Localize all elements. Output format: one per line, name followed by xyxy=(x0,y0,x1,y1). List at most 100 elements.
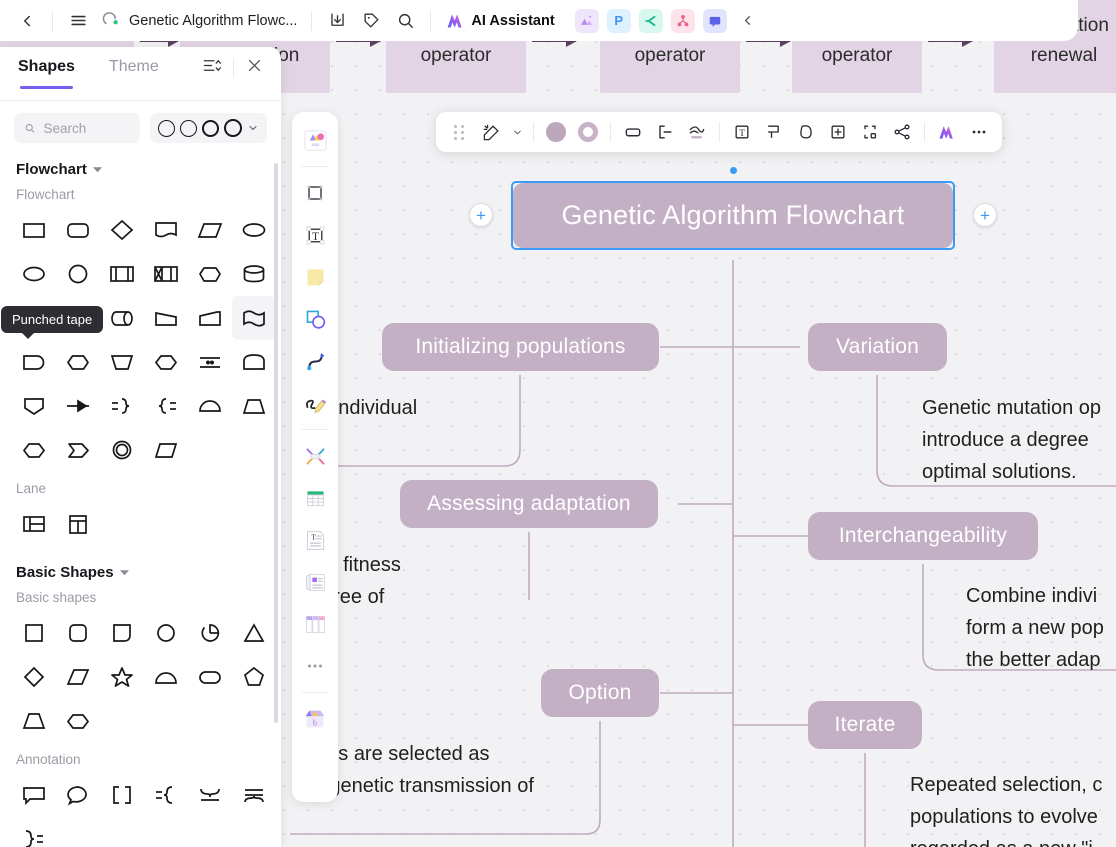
more-tools-icon[interactable] xyxy=(296,646,334,686)
shape-concentric-circle[interactable] xyxy=(100,428,144,472)
text-icon[interactable]: T xyxy=(296,215,334,255)
panel-scrollbar[interactable] xyxy=(274,163,278,723)
shape-lane-vertical[interactable] xyxy=(56,502,100,546)
main-menu-button[interactable] xyxy=(61,4,95,38)
cloud-shape-button[interactable] xyxy=(791,117,821,147)
shape-oval[interactable] xyxy=(188,655,232,699)
add-node-right-button[interactable]: + xyxy=(973,203,997,227)
shape-lane-horizontal[interactable] xyxy=(12,502,56,546)
collapse-apps-button[interactable] xyxy=(731,4,765,38)
shape-predefined-process[interactable] xyxy=(100,252,144,296)
note-card-icon[interactable] xyxy=(296,562,334,602)
apps-store-icon[interactable]: b xyxy=(296,699,334,739)
back-button[interactable] xyxy=(10,4,44,38)
share-nodes-button[interactable] xyxy=(887,117,917,147)
search-field-wrapper[interactable] xyxy=(14,113,140,143)
mindmap-node-variation[interactable]: Variation xyxy=(808,323,947,371)
mindmap-app-icon[interactable] xyxy=(638,8,663,33)
more-options-button[interactable] xyxy=(964,117,994,147)
shape-brace-equals[interactable] xyxy=(12,817,56,847)
shape-hexagon[interactable] xyxy=(56,699,100,743)
shape-triangle[interactable] xyxy=(232,611,276,655)
shape-circle[interactable] xyxy=(144,611,188,655)
section-title-flowchart[interactable]: Flowchart xyxy=(0,143,281,178)
mindmap-description-variation[interactable]: Genetic mutation op introduce a degree o… xyxy=(922,392,1101,488)
stroke-width-picker[interactable] xyxy=(150,113,267,143)
kanban-columns-icon[interactable] xyxy=(296,604,334,644)
shape-shield-pentagon[interactable] xyxy=(12,384,56,428)
shape-trapezoid[interactable] xyxy=(232,384,276,428)
shape-rounded-hex[interactable] xyxy=(56,340,100,384)
shape-one-corner-round[interactable] xyxy=(100,611,144,655)
ppt-app-icon[interactable]: P xyxy=(606,8,631,33)
shape-ellipse[interactable] xyxy=(12,252,56,296)
shape-rounded-square[interactable] xyxy=(56,611,100,655)
table-icon[interactable] xyxy=(296,478,334,518)
shape-parallelogram[interactable] xyxy=(188,208,232,252)
shape-semicircle[interactable] xyxy=(144,655,188,699)
shape-callout-rect[interactable] xyxy=(12,773,56,817)
shape-circle[interactable] xyxy=(56,252,100,296)
shape-parallelogram-right[interactable] xyxy=(144,428,188,472)
shape-brackets[interactable] xyxy=(100,773,144,817)
shape-equals-brace-right[interactable] xyxy=(100,384,144,428)
selection-handle-top[interactable] xyxy=(730,167,737,174)
stroke-color-button[interactable] xyxy=(573,117,603,147)
shape-rounded-rectangle[interactable] xyxy=(56,208,100,252)
document-chip[interactable]: Genetic Algorithm Flowc... xyxy=(95,11,303,31)
sticky-note-icon[interactable] xyxy=(296,257,334,297)
shape-square[interactable] xyxy=(12,611,56,655)
mindmap-node-iterate[interactable]: Iterate xyxy=(808,701,922,749)
shape-hexagon-outline[interactable] xyxy=(12,428,56,472)
shape-internal-storage[interactable] xyxy=(144,252,188,296)
shape-manual-operation-trapezoid[interactable] xyxy=(100,340,144,384)
shape-diamond[interactable] xyxy=(12,655,56,699)
shape-manual-input[interactable] xyxy=(188,296,232,340)
tab-shapes[interactable]: Shapes xyxy=(18,58,75,89)
mindmap-description-iterate[interactable]: Repeated selection, c populations to evo… xyxy=(910,769,1102,847)
shape-card-top-round[interactable] xyxy=(232,340,276,384)
shape-brace-vertical-down[interactable] xyxy=(188,773,232,817)
shape-diamond[interactable] xyxy=(100,208,144,252)
drag-grip-icon[interactable] xyxy=(444,117,474,147)
shape-pentagon[interactable] xyxy=(232,655,276,699)
section-title-basic-shapes[interactable]: Basic Shapes xyxy=(0,546,281,581)
text-format-button[interactable]: T xyxy=(727,117,757,147)
add-node-left-button[interactable]: + xyxy=(469,203,493,227)
shape-database[interactable] xyxy=(232,252,276,296)
close-panel-button[interactable] xyxy=(246,57,263,79)
tab-theme[interactable]: Theme xyxy=(109,58,159,78)
frame-icon[interactable] xyxy=(296,173,334,213)
shape-half-circle[interactable] xyxy=(188,384,232,428)
relation-icon[interactable] xyxy=(296,436,334,476)
ai-assistant-button[interactable]: AI Assistant xyxy=(439,10,560,31)
shape-brace-equals-left[interactable] xyxy=(144,384,188,428)
shape-ellipse-wide[interactable] xyxy=(232,208,276,252)
branch-layout-button[interactable] xyxy=(650,117,680,147)
pen-draw-icon[interactable] xyxy=(296,383,334,423)
mindmap-node-assessing-adaptation[interactable]: Assessing adaptation xyxy=(400,480,658,528)
search-button[interactable] xyxy=(388,4,422,38)
shape-direct-access-storage[interactable] xyxy=(100,296,144,340)
shape-parallelogram[interactable] xyxy=(56,655,100,699)
shape-callout-round[interactable] xyxy=(56,773,100,817)
ai-button[interactable] xyxy=(932,117,962,147)
shape-trapezoid[interactable] xyxy=(12,699,56,743)
shapes-library-icon[interactable] xyxy=(296,120,334,160)
mindmap-node-option[interactable]: Option xyxy=(541,669,659,717)
shape-tool-icon[interactable] xyxy=(296,299,334,339)
shape-hexagon[interactable] xyxy=(144,340,188,384)
shape-rectangle[interactable] xyxy=(12,208,56,252)
shape-brace-vertical-up[interactable] xyxy=(232,773,276,817)
shape-pie[interactable] xyxy=(188,611,232,655)
fill-color-button[interactable] xyxy=(541,117,571,147)
search-input[interactable] xyxy=(43,120,130,136)
label-tag-button[interactable] xyxy=(759,117,789,147)
list-options-button[interactable] xyxy=(202,56,221,80)
mindmap-description-interchangeability[interactable]: Combine indivi form a new pop the better… xyxy=(966,580,1104,676)
shape-chevron[interactable] xyxy=(56,428,100,472)
connector-curve-icon[interactable] xyxy=(296,341,334,381)
shape-document[interactable] xyxy=(144,208,188,252)
node-structure-button[interactable] xyxy=(855,117,885,147)
shape-hexagon-rounded[interactable] xyxy=(188,252,232,296)
